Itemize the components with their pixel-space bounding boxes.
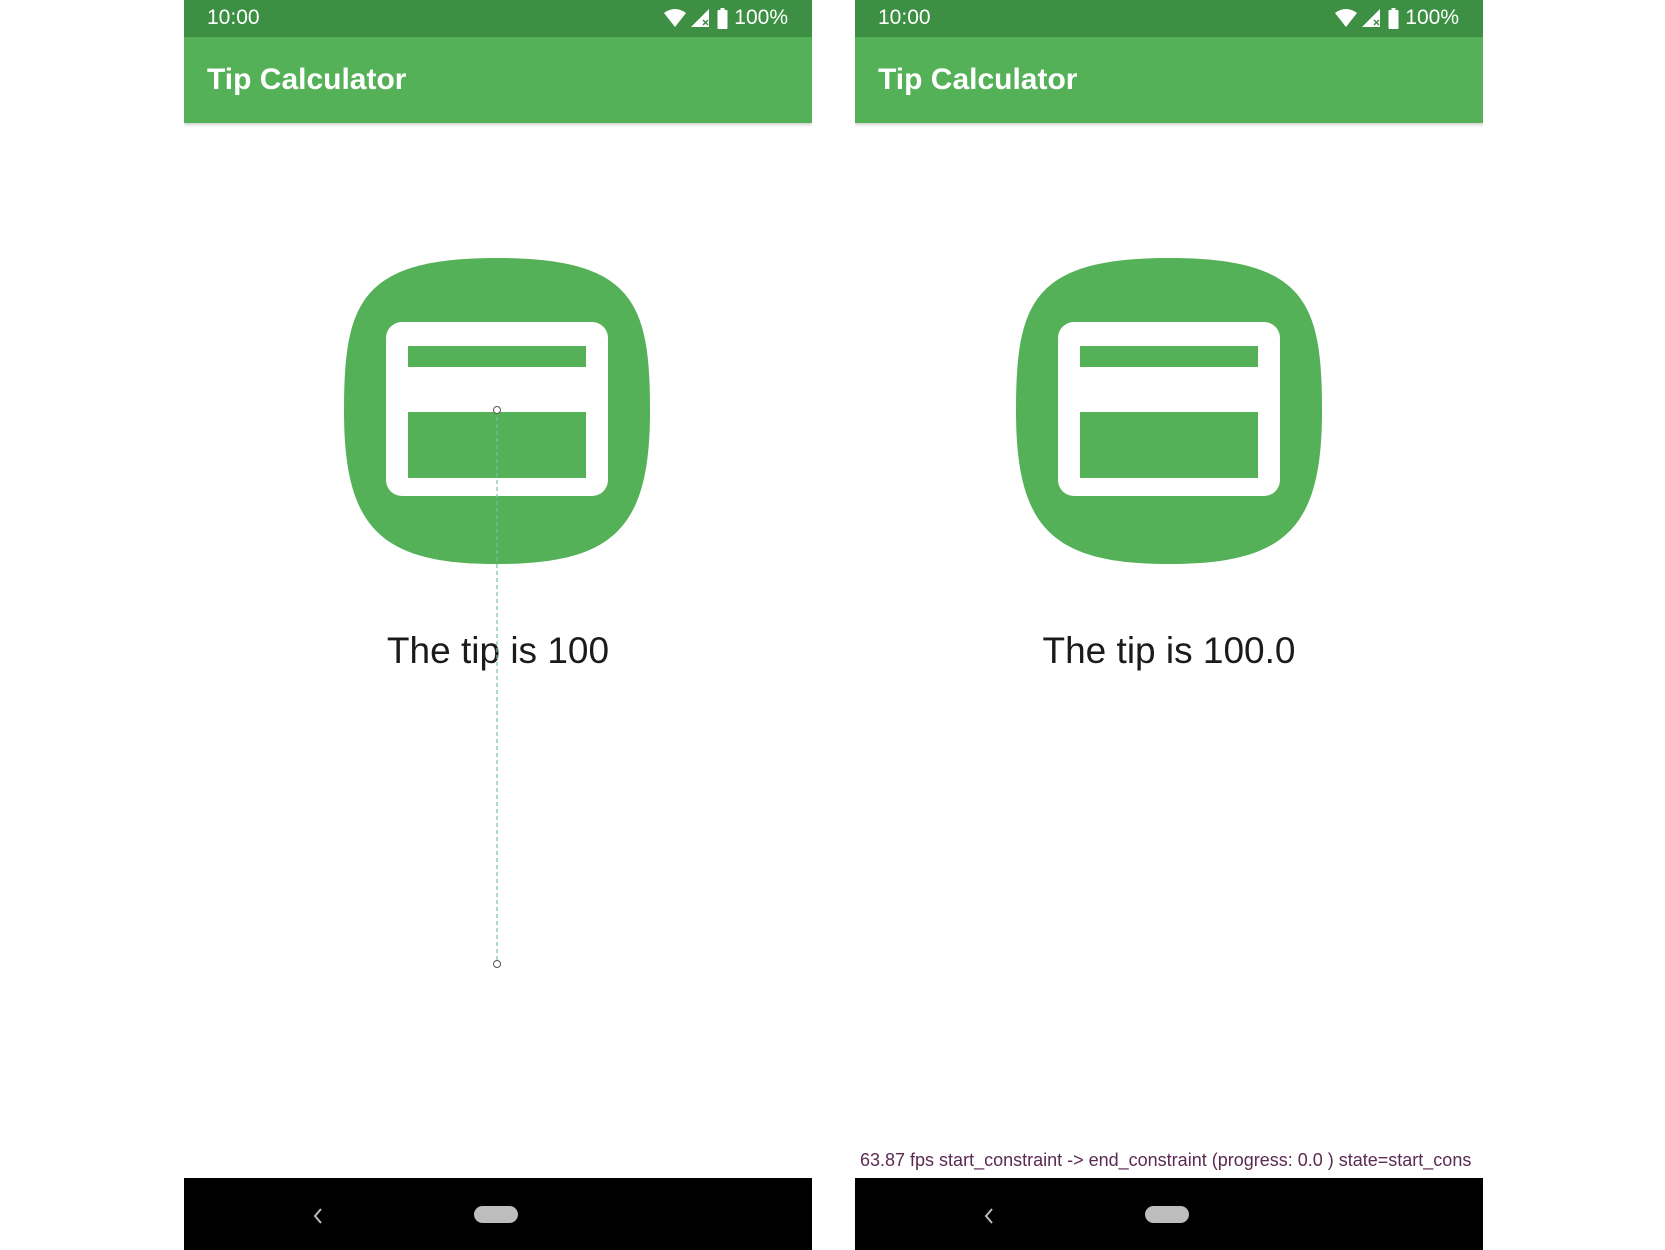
home-pill-icon[interactable] bbox=[1145, 1206, 1189, 1223]
app-bar: Tip Calculator bbox=[855, 37, 1483, 123]
status-time: 10:00 bbox=[878, 6, 931, 29]
back-icon[interactable] bbox=[310, 1206, 326, 1226]
app-title: Tip Calculator bbox=[207, 63, 407, 96]
status-bar: 10:00 100% bbox=[184, 0, 812, 37]
status-time: 10:00 bbox=[207, 6, 260, 29]
navigation-bar bbox=[184, 1178, 812, 1250]
motion-path-guide bbox=[493, 406, 501, 968]
wifi-icon bbox=[664, 9, 687, 27]
cell-signal-icon bbox=[1362, 9, 1381, 27]
credit-card-icon bbox=[1016, 258, 1322, 564]
battery-percent: 100% bbox=[734, 6, 788, 29]
tip-result-text: The tip is 100.0 bbox=[1042, 630, 1296, 671]
app-bar: Tip Calculator bbox=[184, 37, 812, 123]
status-icons: 100% bbox=[1334, 6, 1459, 30]
phone-screen-right: 10:00 100% Tip Calculator The tip is 100… bbox=[855, 0, 1483, 1250]
back-icon[interactable] bbox=[981, 1206, 997, 1226]
battery-percent: 100% bbox=[1405, 6, 1459, 29]
phone-screen-left: 10:00 100% Tip Calculator The tip is 100 bbox=[184, 0, 812, 1250]
home-pill-icon[interactable] bbox=[474, 1206, 518, 1223]
battery-icon bbox=[1388, 7, 1399, 29]
status-icons: 100% bbox=[663, 6, 788, 30]
battery-icon bbox=[717, 7, 728, 29]
cell-signal-icon bbox=[691, 9, 710, 27]
status-bar: 10:00 100% bbox=[855, 0, 1483, 37]
motion-debug-overlay: 63.87 fps start_constraint -> end_constr… bbox=[860, 1150, 1472, 1170]
navigation-bar bbox=[855, 1178, 1483, 1250]
wifi-icon bbox=[1335, 9, 1358, 27]
app-title: Tip Calculator bbox=[878, 63, 1078, 96]
